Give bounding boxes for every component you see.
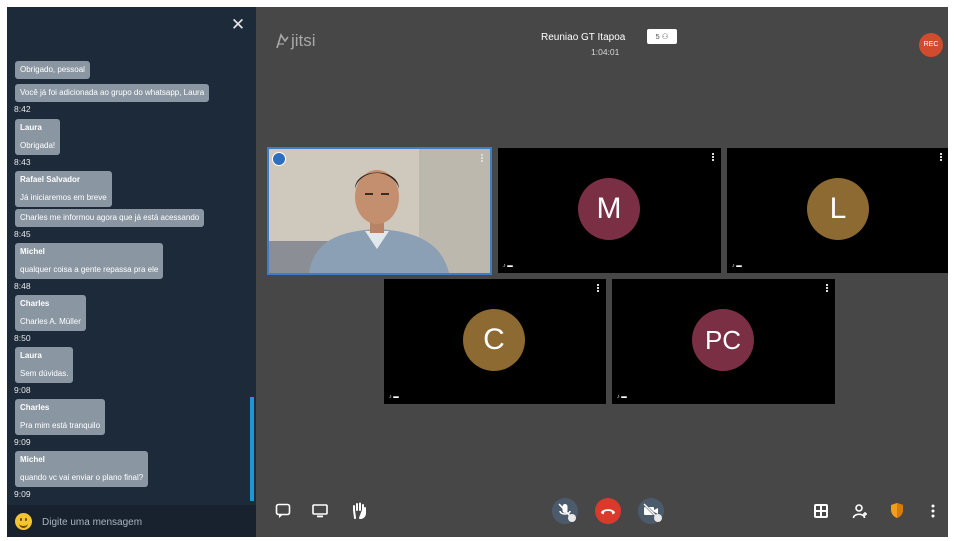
tile-status-icons: ♪ ▬ — [732, 263, 742, 269]
recording-indicator: REC — [919, 33, 943, 57]
message-timestamp: 8:45 — [14, 229, 31, 239]
chat-message: Charles Charles A. Müller — [15, 295, 86, 331]
video-tile-self[interactable] — [267, 147, 492, 275]
jitsi-logo-icon — [276, 33, 289, 49]
message-timestamp: 9:09 — [14, 489, 31, 499]
message-timestamp: 9:09 — [14, 437, 31, 447]
sender-name: Charles — [20, 299, 50, 308]
sender-name: Laura — [20, 351, 42, 360]
sender-name: Rafael Salvador — [20, 175, 81, 184]
sender-name: Michel — [20, 247, 45, 256]
tile-menu-icon[interactable] — [940, 153, 942, 161]
more-options-icon[interactable] — [931, 504, 935, 518]
video-tile-pc[interactable]: PC ♪ ▬ — [612, 279, 835, 404]
chat-message: Michel quando vc vai enviar o plano fina… — [15, 451, 149, 487]
message-timestamp: 9:08 — [14, 385, 31, 395]
chat-message: Charles Pra mim está tranquilo — [15, 399, 106, 435]
chat-message: Charles me informou agora que já está ac… — [15, 209, 205, 227]
message-text: Charles A. Müller — [20, 317, 81, 326]
logo-text: jitsi — [291, 31, 316, 50]
message-text: Já iniciaremos em breve — [20, 193, 107, 202]
message-text: qualquer coisa a gente repassa pra ele — [20, 265, 159, 274]
meeting-title: Reuniao GT Itapoa — [541, 32, 626, 43]
chat-message-list[interactable]: Obrigado, pessoal Você já foi adicionada… — [7, 49, 251, 501]
video-tile-c[interactable]: C ♪ ▬ — [384, 279, 606, 404]
sender-name: Michel — [20, 455, 45, 464]
message-text: Obrigada! — [20, 141, 56, 150]
message-text: Charles me informou agora que já está ac… — [20, 213, 200, 222]
participant-count: 5 — [655, 32, 660, 41]
sender-name: Laura — [20, 123, 42, 132]
participant-video — [269, 149, 490, 273]
message-input[interactable] — [42, 514, 242, 530]
tile-menu-icon[interactable] — [712, 153, 714, 161]
participant-avatar: L — [807, 178, 869, 240]
message-text: Pra mim está tranquilo — [20, 421, 101, 430]
active-speaker-icon — [272, 152, 286, 166]
meeting-timer: 1:04:01 — [591, 47, 620, 57]
jitsi-window: ✕ Obrigado, pessoal Você já foi adiciona… — [7, 7, 948, 537]
message-text: quando vc vai enviar o plano final? — [20, 473, 144, 482]
tile-status-icons: ♪ ▬ — [617, 394, 627, 400]
chat-scrollbar-thumb[interactable] — [250, 397, 254, 501]
tile-menu-icon[interactable] — [481, 154, 483, 162]
camera-button[interactable] — [638, 498, 664, 524]
chat-message: Laura Sem dúvidas. — [15, 347, 74, 383]
message-timestamp: 8:50 — [14, 333, 31, 343]
participant-count-badge[interactable]: 5 ⚇ — [647, 29, 677, 44]
tile-view-icon[interactable] — [813, 503, 829, 519]
participant-avatar: C — [463, 309, 525, 371]
tile-menu-icon[interactable] — [826, 284, 828, 292]
message-text: Obrigado, pessoal — [20, 65, 85, 74]
chat-panel: ✕ Obrigado, pessoal Você já foi adiciona… — [7, 7, 256, 537]
raise-hand-icon[interactable] — [351, 502, 367, 519]
avatar-initials: PC — [704, 325, 742, 355]
emoji-icon[interactable] — [15, 513, 32, 530]
close-chat-icon[interactable]: ✕ — [230, 16, 246, 33]
participant-avatar: M — [578, 178, 640, 240]
message-timestamp: 8:43 — [14, 157, 31, 167]
chat-message: Obrigado, pessoal — [15, 61, 90, 79]
avatar-initials: L — [829, 192, 847, 225]
message-timestamp: 8:48 — [14, 281, 31, 291]
people-icon: ⚇ — [661, 32, 669, 41]
screen-share-icon[interactable] — [312, 504, 328, 518]
video-tile-m[interactable]: M ♪ ▬ — [498, 148, 721, 273]
chat-toggle-icon[interactable] — [275, 503, 291, 519]
sender-name: Charles — [20, 403, 50, 412]
message-text: Sem dúvidas. — [20, 369, 69, 378]
tile-menu-icon[interactable] — [597, 284, 599, 292]
chat-message: Rafael Salvador Já iniciaremos em breve — [15, 171, 112, 207]
jitsi-logo: jitsi — [275, 31, 316, 51]
chat-input-bar — [7, 505, 256, 537]
tile-status-icons: ♪ ▬ — [389, 394, 399, 400]
invite-people-icon[interactable] — [852, 503, 868, 519]
microphone-muted-icon — [558, 503, 576, 522]
message-timestamp: 8:42 — [14, 104, 31, 114]
video-tile-l[interactable]: L ♪ ▬ — [727, 148, 948, 273]
avatar-initials: M — [596, 192, 622, 225]
chat-message: Você já foi adicionada ao grupo do whats… — [15, 84, 210, 102]
hangup-button[interactable] — [595, 498, 621, 524]
camera-off-icon — [643, 503, 662, 522]
microphone-button[interactable] — [552, 498, 578, 524]
tile-status-icons: ♪ ▬ — [503, 263, 513, 269]
avatar-initials: C — [483, 323, 505, 356]
hangup-icon — [601, 509, 615, 515]
message-text: Você já foi adicionada ao grupo do whats… — [20, 88, 205, 97]
participant-avatar: PC — [692, 309, 754, 371]
chat-message: Laura Obrigada! — [15, 119, 61, 155]
chat-message: Michel qualquer coisa a gente repassa pr… — [15, 243, 164, 279]
security-shield-icon[interactable] — [890, 502, 904, 519]
